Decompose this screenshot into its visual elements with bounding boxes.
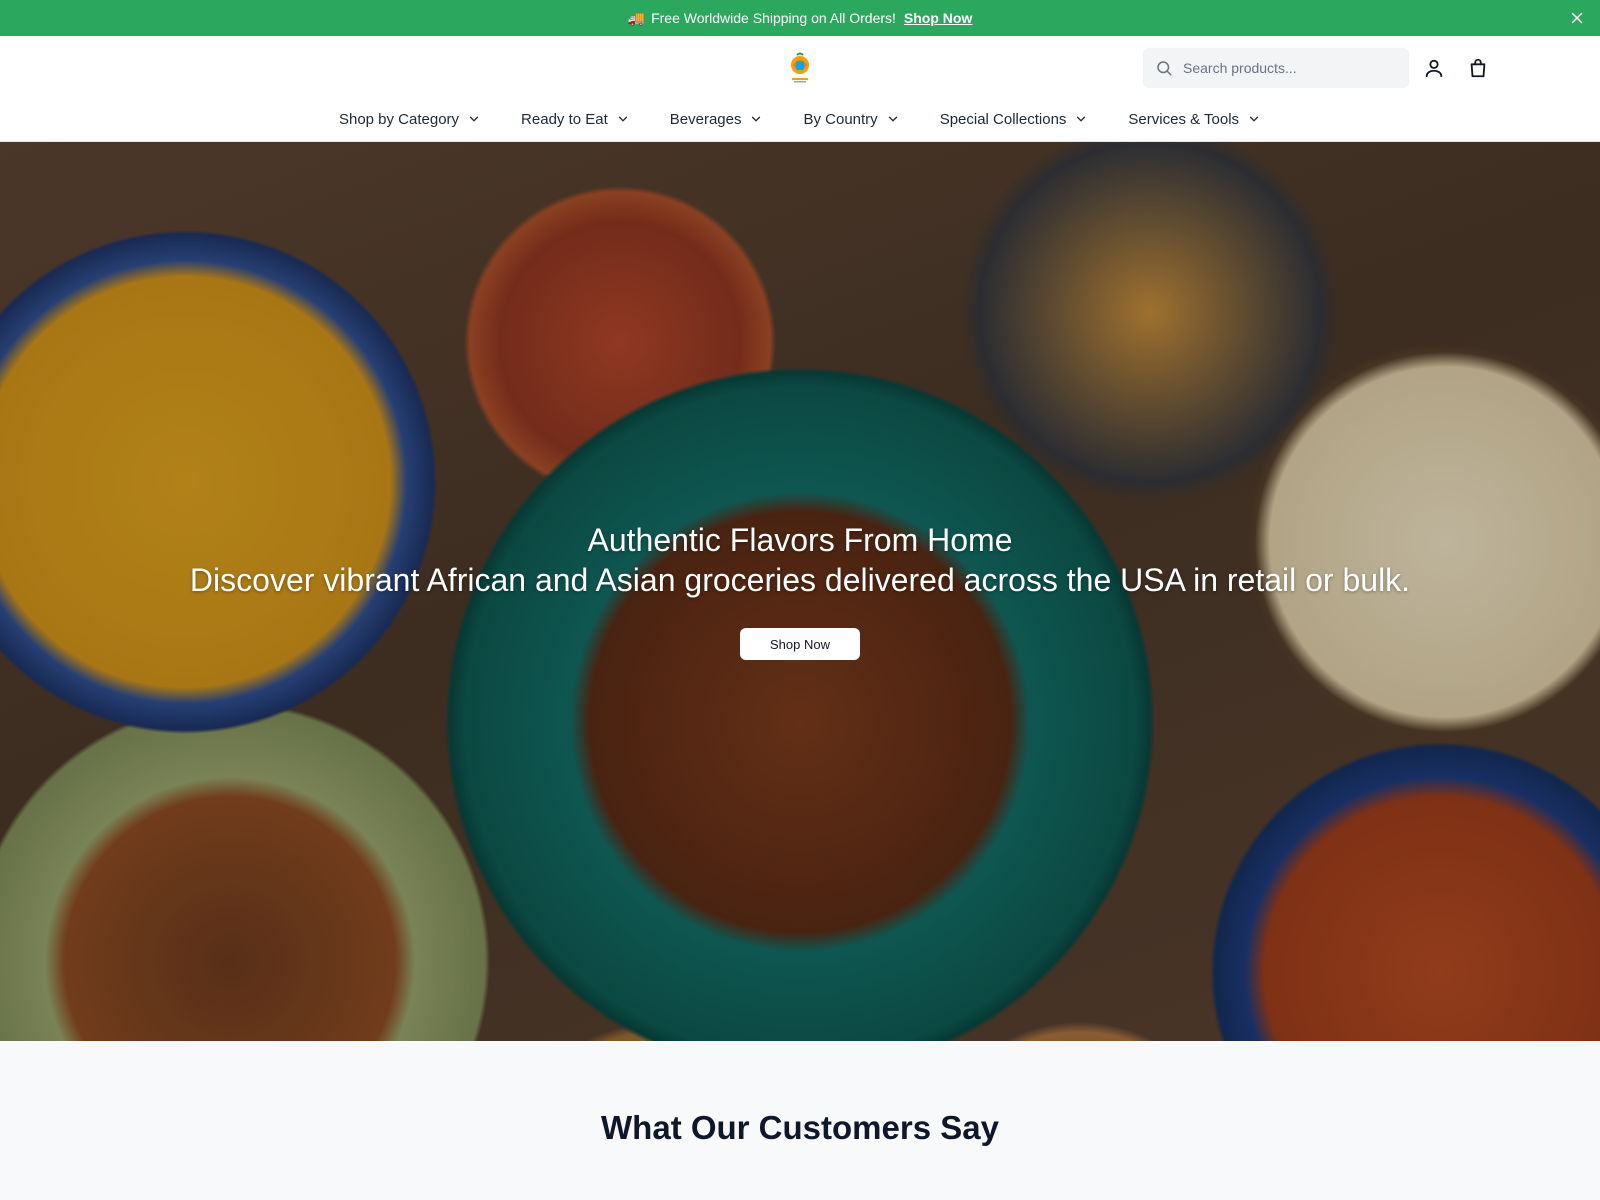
nav-label: Shop by Category	[338, 110, 460, 128]
shopping-bag-icon[interactable]	[1467, 57, 1489, 79]
truck-icon: 🚚	[627, 9, 646, 26]
nav-special-collections[interactable]: Special Collections	[940, 111, 1089, 128]
announcement-shop-now-link[interactable]: Shop Now	[904, 10, 972, 26]
testimonials-heading: What Our Customers Say	[601, 1109, 999, 1146]
hero-content: Authentic Flavors From Home Discover vib…	[0, 142, 1600, 1041]
nav-label: Beverages	[669, 110, 742, 128]
chevron-down-icon	[752, 116, 761, 122]
search-input[interactable]	[1183, 60, 1393, 76]
nav-label: Special Collections	[939, 110, 1067, 128]
hero-banner: Authentic Flavors From Home Discover vib…	[0, 142, 1600, 1041]
chevron-down-icon	[1077, 116, 1086, 122]
nav-beverages[interactable]: Beverages	[670, 111, 764, 128]
nav-shop-by-category[interactable]: Shop by Category	[339, 111, 481, 128]
nav-ready-to-eat[interactable]: Ready to Eat	[521, 111, 630, 128]
site-header: Shop by Category Ready to Eat Beverages …	[0, 36, 1600, 142]
search-bar[interactable]	[1143, 48, 1409, 88]
nav-label: Services & Tools	[1128, 110, 1240, 128]
chevron-down-icon	[1249, 116, 1259, 122]
chevron-down-icon	[618, 116, 627, 122]
store-logo[interactable]	[785, 52, 815, 84]
main-nav: Shop by Category Ready to Eat Beverages …	[0, 104, 1600, 134]
hero-title: Authentic Flavors From Home	[587, 522, 1013, 558]
announcement-text: Free Worldwide Shipping on All Orders!	[651, 10, 896, 26]
announcement-bar: 🚚 Free Worldwide Shipping on All Orders!…	[0, 0, 1600, 36]
nav-label: By Country	[803, 110, 878, 128]
nav-services-tools[interactable]: Services & Tools	[1128, 111, 1261, 128]
nav-by-country[interactable]: By Country	[803, 111, 899, 128]
hero-subtitle: Discover vibrant African and Asian groce…	[189, 562, 1411, 598]
nav-label: Ready to Eat	[521, 110, 608, 128]
chevron-down-icon	[888, 116, 897, 122]
testimonials-section: What Our Customers Say	[0, 1041, 1600, 1200]
close-icon[interactable]	[1568, 9, 1586, 27]
user-icon[interactable]	[1423, 57, 1445, 79]
chevron-down-icon	[469, 116, 479, 122]
search-icon	[1157, 61, 1172, 76]
hero-shop-now-button[interactable]: Shop Now	[740, 628, 860, 660]
